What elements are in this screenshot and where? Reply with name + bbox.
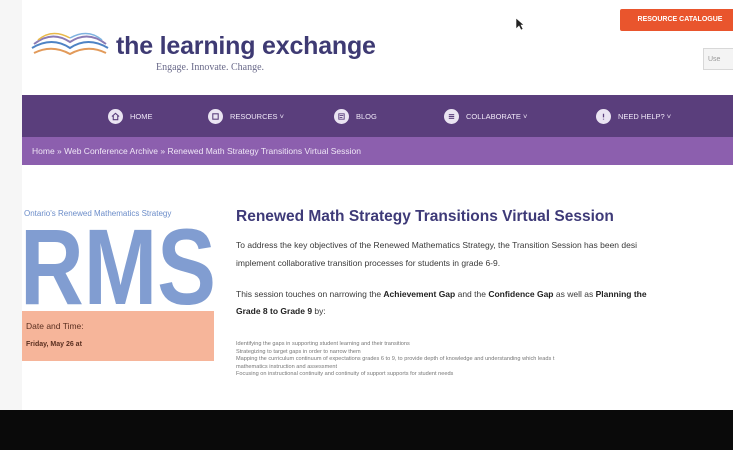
open-book-icon — [31, 32, 109, 56]
browser-screen: the learning exchange Engage. Innovate. … — [0, 0, 733, 450]
text-run: and the — [455, 289, 489, 299]
collaborate-icon — [444, 108, 459, 124]
nav-label: HOME — [130, 111, 153, 121]
search-input[interactable]: Use — [703, 48, 733, 70]
list-item: Mapping the curriculum continuum of expe… — [236, 356, 555, 363]
nav-item-need-help[interactable]: NEED HELP? ˅ — [596, 95, 671, 137]
confidence-gap-text: Confidence Gap — [488, 289, 554, 299]
main-navigation: HOME RESOURCES ˅ BLOG COLLABORATE ˅ NEED… — [22, 95, 733, 137]
site-title[interactable]: the learning exchange — [116, 32, 376, 61]
resource-catalogue-button[interactable]: RESOURCE CATALOGUE — [620, 9, 733, 31]
site-logo[interactable]: the learning exchange Engage. Innovate. … — [30, 22, 376, 80]
intro-line: implement collaborative transition proce… — [236, 258, 501, 268]
window-edge — [0, 0, 22, 450]
video-overlay-bar — [0, 410, 733, 450]
nav-item-resources[interactable]: RESOURCES ˅ — [208, 95, 284, 137]
nav-label: RESOURCES ˅ — [230, 111, 284, 121]
blog-icon — [334, 108, 349, 124]
intro-line: To address the key objectives of the Ren… — [236, 240, 637, 250]
rms-logo-text: RMS — [24, 216, 214, 308]
resources-icon — [208, 108, 223, 124]
grade-range-text: Grade 8 to Grade 9 — [236, 306, 313, 316]
list-item: Focusing on instructional continuity and… — [236, 371, 454, 378]
help-icon — [596, 108, 611, 124]
rms-logo: RMS — [24, 216, 214, 308]
intro-paragraph: To address the key objectives of the Ren… — [236, 236, 733, 272]
list-item: Identifying the gaps in supporting stude… — [236, 341, 410, 347]
planning-text: Planning the — [595, 289, 647, 299]
site-tagline: Engage. Innovate. Change. — [156, 62, 265, 73]
date-time-value: Friday, May 26 at — [26, 341, 82, 348]
mouse-cursor-icon — [515, 17, 525, 31]
nav-label: COLLABORATE ˅ — [466, 111, 528, 121]
achievement-gap-text: Achievement Gap — [383, 289, 456, 299]
text-run: as well as — [553, 289, 596, 299]
session-paragraph: This session touches on narrowing the Ac… — [236, 286, 733, 320]
breadcrumb[interactable]: Home » Web Conference Archive » Renewed … — [22, 137, 733, 165]
text-run: This session touches on narrowing the — [236, 289, 384, 299]
nav-item-collaborate[interactable]: COLLABORATE ˅ — [444, 95, 527, 137]
date-time-label: Date and Time: — [26, 321, 84, 331]
date-time-box: Date and Time: Friday, May 26 at — [22, 311, 214, 361]
home-icon — [108, 108, 123, 124]
nav-label: BLOG — [356, 111, 377, 121]
list-item: Strategizing to target gaps in order to … — [236, 348, 361, 355]
text-run: by: — [312, 306, 326, 316]
nav-label: NEED HELP? ˅ — [618, 111, 672, 121]
nav-item-blog[interactable]: BLOG — [334, 95, 377, 137]
page-title: Renewed Math Strategy Transitions Virtua… — [236, 208, 614, 225]
objectives-list: Identifying the gaps in supporting stude… — [236, 341, 733, 379]
list-item: mathematics instruction and assessment — [236, 363, 338, 370]
nav-item-home[interactable]: HOME — [108, 95, 153, 137]
